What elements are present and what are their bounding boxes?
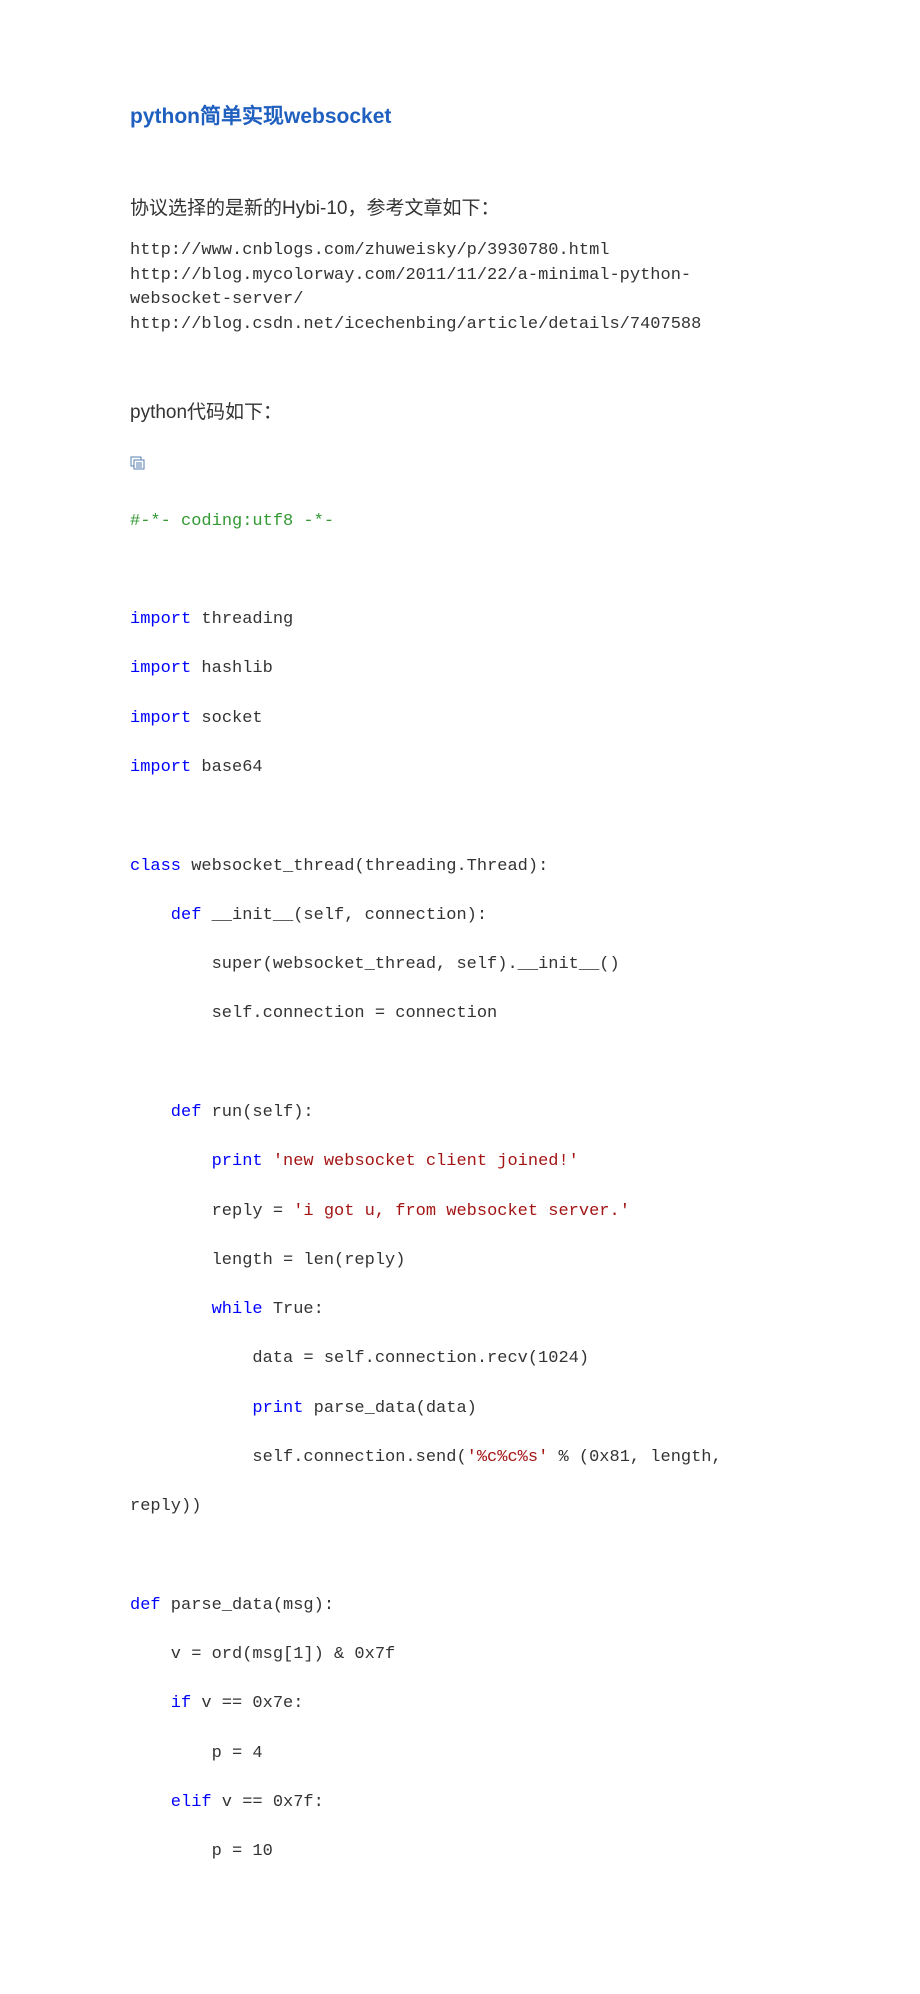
code-keyword: import [130,610,191,629]
code-keyword: import [130,659,191,678]
code-keyword: if [171,1694,191,1713]
code-text: True: [263,1300,324,1319]
code-keyword: def [171,1103,202,1122]
code-text: reply = [212,1202,294,1221]
code-text: self.connection.send( [252,1448,466,1467]
code-text: data = self.connection.recv(1024) [252,1349,589,1368]
intro-text: 协议选择的是新的Hybi-10，参考文章如下： [130,194,790,224]
code-heading: python代码如下： [130,398,790,428]
code-text: % (0x81, length, [548,1448,732,1467]
code-text: v = ord(msg[1]) & 0x7f [171,1645,395,1664]
code-keyword: while [212,1300,263,1319]
code-string: '%c%c%s' [467,1448,549,1467]
code-keyword: import [130,709,191,728]
code-keyword: print [212,1152,263,1171]
code-text: parse_data(msg): [161,1596,334,1615]
code-text: base64 [191,758,262,777]
code-keyword: print [252,1399,303,1418]
code-string: 'i got u, from websocket server.' [293,1202,630,1221]
url-3: http://blog.csdn.net/icechenbing/article… [130,313,790,338]
code-text: super(websocket_thread, self).__init__() [212,955,620,974]
code-block: #-*- coding:utf8 -*- import threading im… [130,485,790,1914]
reference-urls: http://www.cnblogs.com/zhuweisky/p/39307… [130,239,790,338]
code-text: websocket_thread(threading.Thread): [181,857,548,876]
code-text: run(self): [201,1103,313,1122]
code-keyword: def [171,906,202,925]
code-comment: #-*- coding:utf8 -*- [130,512,334,531]
code-text: reply)) [130,1497,201,1516]
code-keyword: def [130,1596,161,1615]
url-2-line2: websocket-server/ [130,288,790,313]
code-text: v == 0x7f: [212,1793,324,1812]
copy-icon[interactable] [130,453,146,467]
page-title: python简单实现websocket [130,100,790,134]
code-text: p = 10 [212,1842,273,1861]
code-text: length = len(reply) [212,1251,406,1270]
code-text: v == 0x7e: [191,1694,303,1713]
code-text: socket [191,709,262,728]
code-text: threading [191,610,293,629]
code-keyword: elif [171,1793,212,1812]
code-keyword: class [130,857,181,876]
url-1: http://www.cnblogs.com/zhuweisky/p/39307… [130,239,790,264]
code-text: hashlib [191,659,273,678]
code-text: self.connection = connection [212,1004,498,1023]
code-text: p = 4 [212,1744,263,1763]
url-2-line1: http://blog.mycolorway.com/2011/11/22/a-… [130,264,790,289]
code-text: parse_data(data) [303,1399,476,1418]
code-text: __init__(self, connection): [201,906,487,925]
code-keyword: import [130,758,191,777]
code-string: 'new websocket client joined!' [263,1152,579,1171]
